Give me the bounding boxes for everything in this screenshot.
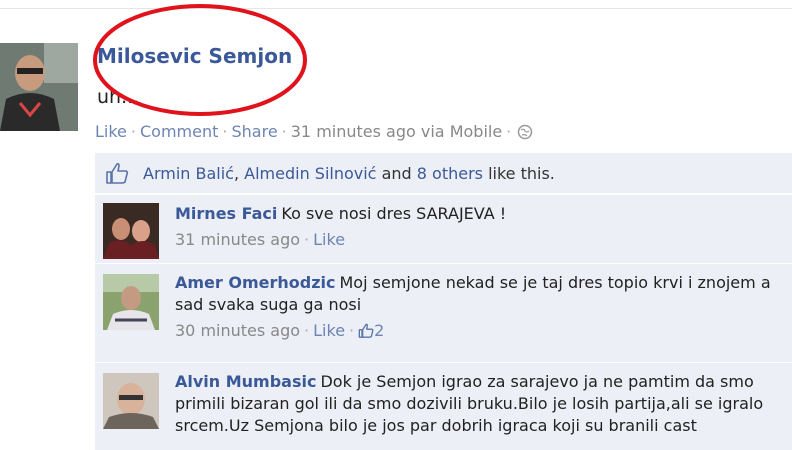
like-count-value: 2 [374,321,385,340]
separator-dot: · [304,230,310,249]
like-link[interactable]: Like [95,122,127,141]
post-author-name[interactable]: Milosevic Semjon [97,44,292,68]
commenter-name[interactable]: Mirnes Faci [175,204,277,223]
share-link[interactable]: Share [231,122,277,141]
post-timestamp[interactable]: 31 minutes ago via Mobile [291,122,502,141]
comment-link[interactable]: Comment [140,122,218,141]
comment-body: Mirnes Faci Ko sve nosi dres SARAJEVA ! 3… [175,203,785,251]
comment-text: Ko sve nosi dres SARAJEVA ! [281,204,507,223]
comment-like-link[interactable]: Like [313,321,345,340]
separator-dot: · [506,122,512,141]
likes-summary: Armin Balić, Almedin Silnović and 8 othe… [95,153,792,193]
separator-dot: · [130,122,136,141]
commenter-avatar[interactable] [103,373,159,429]
separator-dot: · [304,321,310,340]
comment-like-count[interactable]: 2 [358,321,384,340]
comment-item: Amer Omerhodzic Moj semjone nekad se je t… [95,263,792,362]
liker-link[interactable]: Armin Balić [143,164,234,183]
comment-body: Amer Omerhodzic Moj semjone nekad se je t… [175,272,785,344]
likes-separator: , [233,164,245,183]
author-avatar[interactable] [0,43,78,131]
liker-link[interactable]: Almedin Silnović [244,164,376,183]
comment-meta: 31 minutes ago · Like [175,229,785,251]
comment-body: Alvin Mumbasic Dok je Semjon igrao za sar… [175,371,785,437]
comment-meta: 30 minutes ago · Like · 2 [175,320,785,344]
globe-icon [517,124,533,144]
commenter-name[interactable]: Alvin Mumbasic [175,372,316,391]
separator-dot: · [281,122,287,141]
comment-like-link[interactable]: Like [313,230,345,249]
commenter-avatar[interactable] [103,274,159,330]
likes-suffix: like this. [483,164,555,183]
post-actions: Like · Comment · Share · 31 minutes ago via Mo… [95,122,533,144]
separator-dot: · [349,321,355,340]
others-link[interactable]: 8 others [417,164,483,183]
separator-dot: · [222,122,228,141]
thumbs-up-icon [358,322,374,344]
commenter-name[interactable]: Amer Omerhodzic [175,273,336,292]
comment-timestamp[interactable]: 30 minutes ago [175,321,300,340]
comment-item: Mirnes Faci Ko sve nosi dres SARAJEVA ! 3… [95,194,792,263]
post-text: uh... [97,86,140,108]
top-divider [0,8,792,9]
comment-item: Alvin Mumbasic Dok je Semjon igrao za sar… [95,362,792,450]
commenter-avatar[interactable] [103,203,159,259]
thumbs-up-icon [105,162,129,188]
comment-timestamp[interactable]: 31 minutes ago [175,230,300,249]
likes-and: and [376,164,417,183]
